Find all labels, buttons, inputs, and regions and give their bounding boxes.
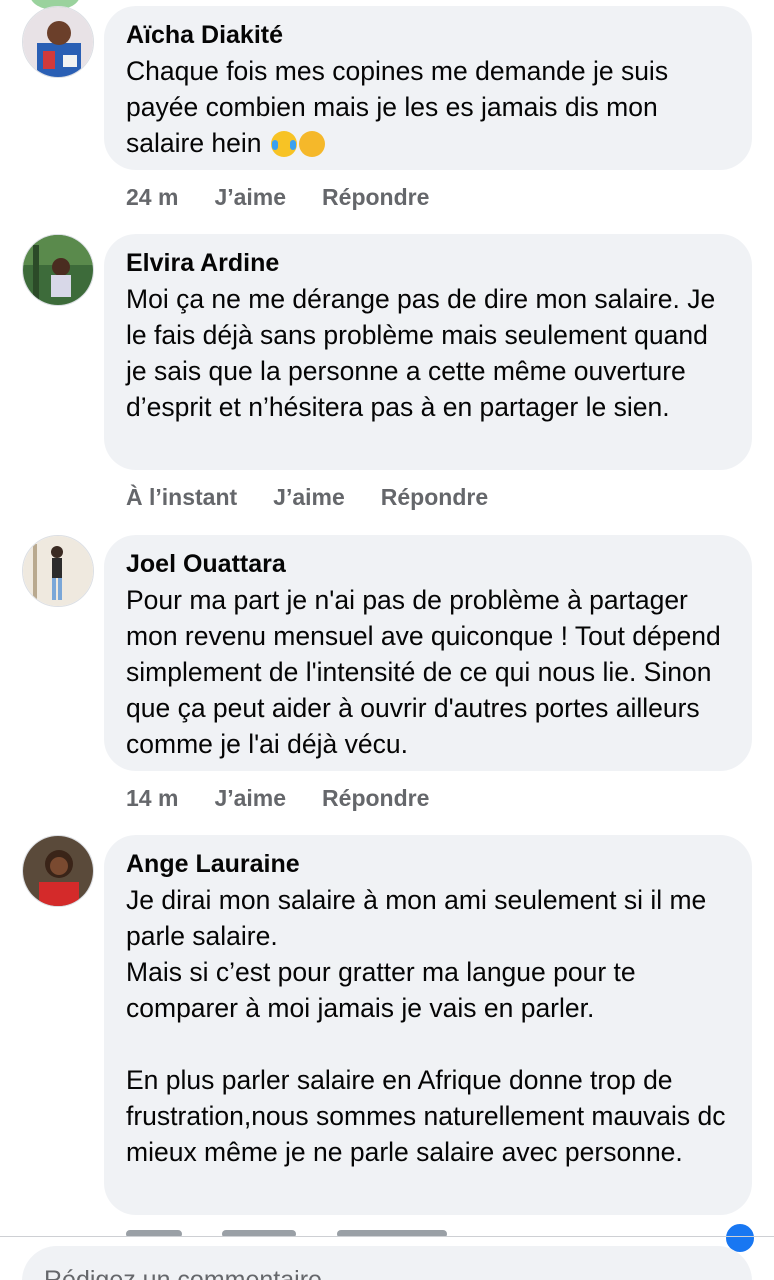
comment-text: Pour ma part je n'ai pas de problème à p…: [126, 585, 721, 759]
reply-button[interactable]: Répondre: [322, 783, 429, 813]
comment-time[interactable]: 24 m: [126, 182, 178, 212]
avatar[interactable]: [22, 535, 94, 607]
avatar-photo: [23, 235, 93, 305]
reply-button[interactable]: Répondre: [322, 182, 429, 212]
like-button[interactable]: J’aime: [273, 482, 345, 512]
reply-button[interactable]: Répondre: [381, 482, 488, 512]
comment-author[interactable]: Joel Ouattara: [126, 548, 730, 580]
comment-actions-partial: [126, 1224, 726, 1236]
comment-author[interactable]: Aïcha Diakité: [126, 19, 730, 51]
comment-actions: À l’instant J’aime Répondre: [126, 482, 488, 512]
comment-input[interactable]: Rédigez un commentaire: [22, 1246, 752, 1280]
avatar[interactable]: [22, 6, 94, 78]
comment-author[interactable]: Elvira Ardine: [126, 247, 730, 279]
like-button[interactable]: J’aime: [214, 783, 286, 813]
comment-bubble: Elvira Ardine Moi ça ne me dérange pas d…: [104, 234, 752, 470]
comment-bubble: Aïcha Diakité Chaque fois mes copines me…: [104, 6, 752, 170]
comment-bubble: Joel Ouattara Pour ma part je n'ai pas d…: [104, 535, 752, 771]
comment-actions: 24 m J’aime Répondre: [126, 182, 429, 212]
face-with-tears-of-joy-emoji: [270, 131, 297, 157]
comment-text-body: Chaque fois mes copines me demande je su…: [126, 56, 669, 158]
avatar-photo: [23, 536, 93, 606]
avatar[interactable]: [22, 835, 94, 907]
avatar-photo: [23, 836, 93, 906]
comment-actions: 14 m J’aime Répondre: [126, 783, 429, 813]
avatar-photo: [23, 7, 93, 77]
comment-bubble: Ange Lauraine Je dirai mon salaire à mon…: [104, 835, 752, 1215]
comment-text: Je dirai mon salaire à mon ami seulement…: [126, 885, 726, 1167]
comments-page: Aïcha Diakité Chaque fois mes copines me…: [0, 0, 774, 1280]
comment-time[interactable]: 14 m: [126, 783, 178, 813]
like-button[interactable]: J’aime: [214, 182, 286, 212]
comment-author[interactable]: Ange Lauraine: [126, 848, 730, 880]
persevering-face-emoji: [298, 131, 325, 157]
avatar[interactable]: [22, 234, 94, 306]
composer-divider: [0, 1236, 774, 1237]
comment-text: Moi ça ne me dérange pas de dire mon sal…: [126, 284, 716, 422]
comment-input-placeholder: Rédigez un commentaire: [44, 1266, 322, 1280]
comment-text: Chaque fois mes copines me demande je su…: [126, 53, 730, 161]
comment-time[interactable]: À l’instant: [126, 482, 237, 512]
